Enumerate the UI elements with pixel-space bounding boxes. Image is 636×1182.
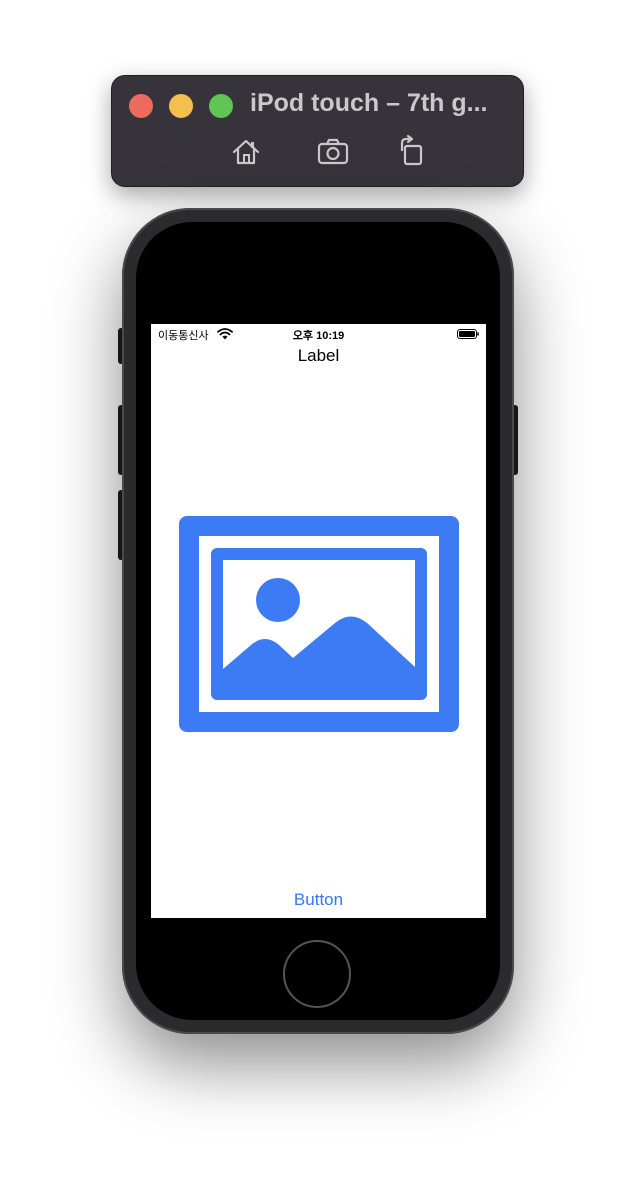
screenshot-button[interactable] (315, 134, 351, 170)
image-view (179, 516, 459, 732)
title-label: Label (297, 346, 340, 365)
simulator-stage: iPod touch – 7th g... 이동통신사 오후 10:19 Lab… (0, 0, 636, 1182)
status-time: 오후 10:19 (292, 330, 345, 342)
battery-icon (457, 329, 479, 339)
primary-button[interactable]: Button (151, 890, 486, 910)
camera-icon (317, 138, 349, 165)
rotate-button[interactable] (394, 134, 430, 170)
home-icon (232, 139, 260, 165)
home-button[interactable] (228, 134, 264, 170)
simulator-toolbar: iPod touch – 7th g... (111, 75, 524, 187)
rotate-icon (400, 134, 423, 166)
device-home-button[interactable] (283, 940, 351, 1008)
simulator-title: iPod touch – 7th g... (250, 89, 488, 117)
zoom-window-button[interactable] (209, 94, 233, 118)
photo-icon (179, 516, 459, 732)
status-bar: 이동통신사 오후 10:19 (151, 324, 486, 344)
device-screen: 이동통신사 오후 10:19 Label Button (151, 324, 486, 918)
minimize-window-button[interactable] (169, 94, 193, 118)
close-window-button[interactable] (129, 94, 153, 118)
